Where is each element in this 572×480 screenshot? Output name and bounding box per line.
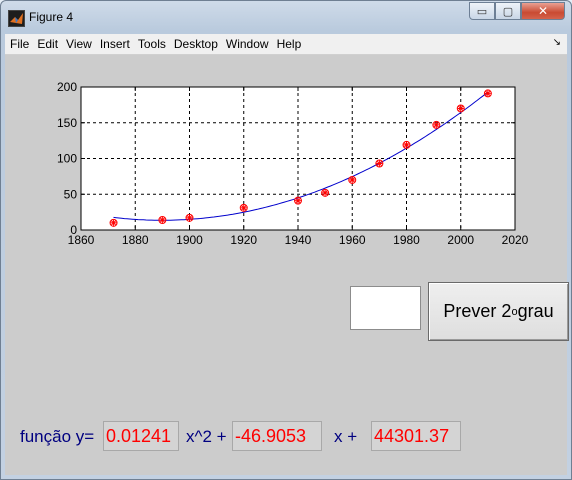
close-button[interactable]: ✕ (521, 2, 565, 20)
x-tick-label: 1980 (393, 233, 420, 247)
window-controls: ▭ ▢ ✕ (469, 2, 565, 20)
title-bar[interactable]: Figure 4 ▭ ▢ ✕ (1, 1, 571, 34)
maximize-icon: ▢ (502, 4, 514, 18)
data-point (239, 203, 248, 212)
year-input[interactable] (350, 286, 421, 330)
maximize-button[interactable]: ▢ (495, 2, 521, 20)
close-icon: ✕ (537, 4, 549, 18)
menu-bar: File Edit View Insert Tools Desktop Wind… (5, 34, 567, 55)
x-tick-label: 1900 (176, 233, 203, 247)
coefficient-a-field: 0.01241 (103, 421, 179, 451)
minimize-icon: ▭ (476, 4, 488, 18)
predict-button-label: Prever 2 (443, 301, 512, 321)
x-tick-label: 2020 (502, 233, 529, 247)
window-title: Figure 4 (29, 10, 74, 24)
data-point (348, 175, 357, 184)
x-tick-label: 1880 (122, 233, 149, 247)
y-tick-label: 0 (70, 223, 77, 237)
coefficient-b-field: -46.9053 (232, 421, 322, 451)
data-point (321, 188, 330, 197)
x-tick-label: 2000 (447, 233, 474, 247)
menu-insert[interactable]: Insert (96, 37, 134, 51)
menu-view[interactable]: View (62, 37, 96, 51)
data-point (185, 213, 194, 222)
data-point (432, 120, 441, 129)
x-tick-label: 1920 (230, 233, 257, 247)
menu-edit[interactable]: Edit (33, 37, 62, 51)
data-point (483, 89, 492, 98)
plot-axes[interactable]: 1860 1880 1900 1920 1940 1960 1980 2000 20200501… (5, 55, 567, 255)
menu-window[interactable]: Window (222, 37, 273, 51)
y-tick-label: 150 (57, 116, 77, 130)
data-point (402, 140, 411, 149)
menu-file[interactable]: File (5, 37, 33, 51)
data-point (294, 196, 302, 205)
x-tick-label: 1940 (285, 233, 312, 247)
y-tick-label: 100 (57, 152, 77, 166)
y-tick-label: 200 (57, 80, 77, 94)
predict-second-degree-button[interactable]: Prever 2 o grau (428, 282, 569, 341)
menu-desktop[interactable]: Desktop (170, 37, 222, 51)
data-point (158, 215, 167, 224)
figure-window: Figure 4 ▭ ▢ ✕ File Edit View Insert Too… (0, 0, 572, 480)
y-tick-label: 50 (64, 187, 78, 201)
menu-help[interactable]: Help (273, 37, 306, 51)
minimize-button[interactable]: ▭ (469, 2, 495, 20)
matlab-icon (8, 10, 25, 27)
predict-button-label-tail: grau (517, 301, 554, 321)
coefficient-c-field: 44301.37 (371, 421, 461, 451)
menu-tools[interactable]: Tools (134, 37, 170, 51)
data-point (375, 159, 384, 168)
x-tick-label: 1960 (339, 233, 366, 247)
data-point (109, 218, 118, 227)
figure-canvas: 1860 1880 1900 1920 1940 1960 1980 2000 2020 0 50 1… (5, 55, 569, 475)
dock-arrow-icon[interactable]: ↘ (553, 37, 561, 48)
function-label: função y= (20, 427, 95, 446)
x-label: x + (334, 427, 358, 446)
x-squared-label: x^2 + (186, 427, 227, 446)
data-point (456, 104, 465, 113)
